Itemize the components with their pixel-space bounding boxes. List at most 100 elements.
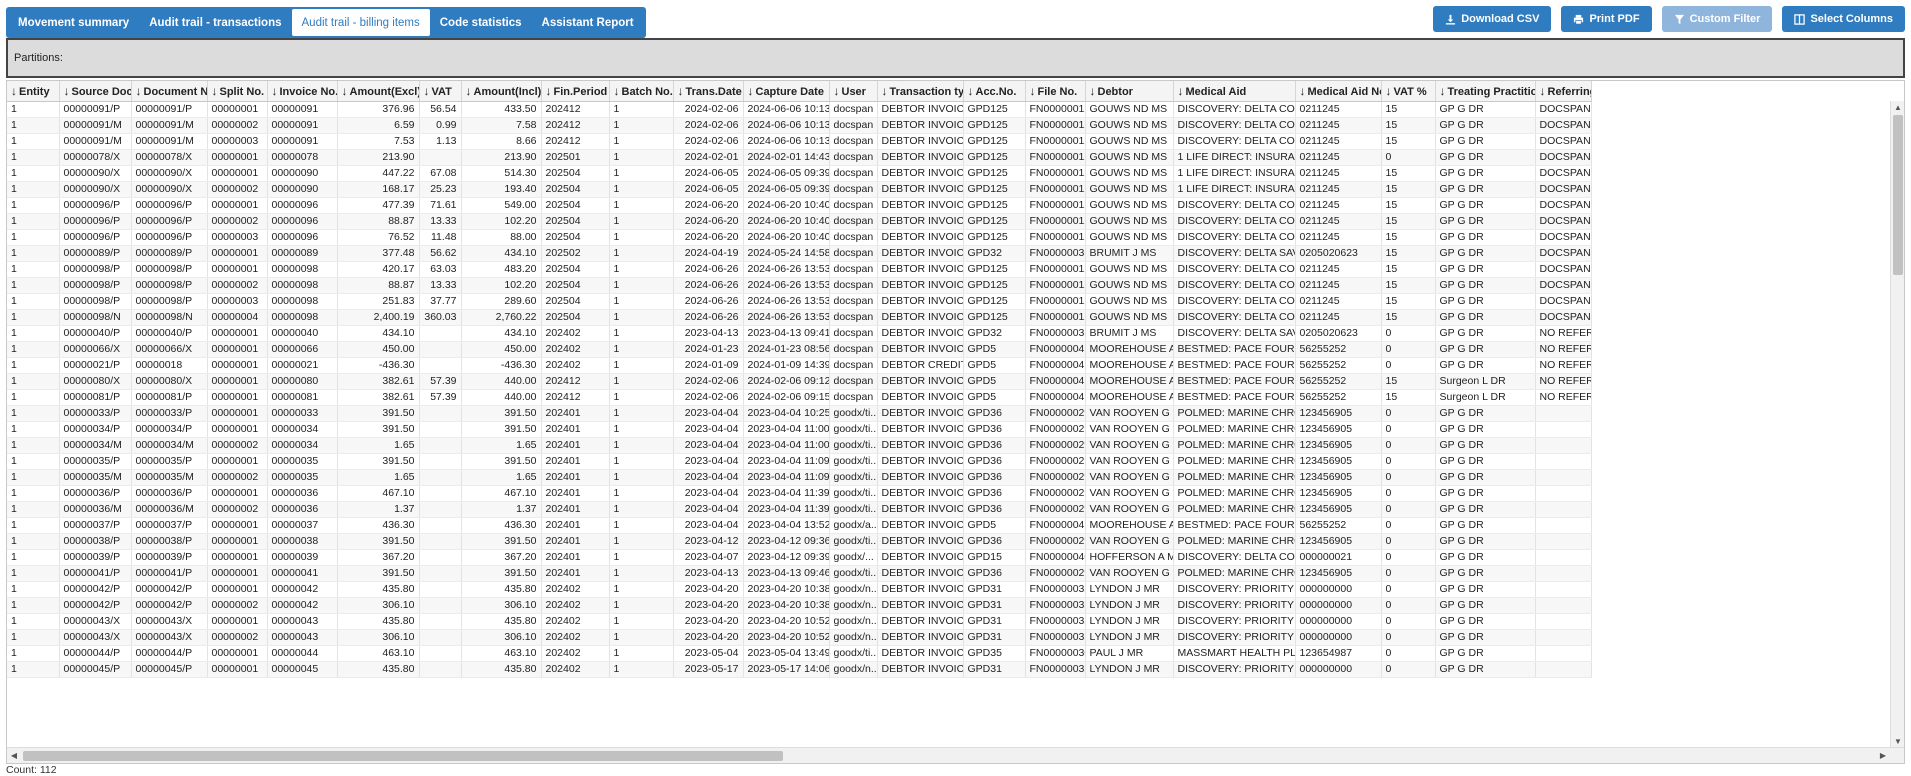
table-row[interactable]: 1 00000078/X 00000078/X 00000001 00000078 213…	[7, 149, 1592, 166]
column-header-file-no[interactable]: ↓ File No.	[1025, 81, 1086, 102]
table-row[interactable]: 1 00000096/P 00000096/P 00000002 00000096 88.…	[7, 213, 1592, 230]
table-row[interactable]: 1 00000096/P 00000096/P 00000003 00000096 76.…	[7, 229, 1592, 246]
table-cell	[419, 645, 462, 662]
vertical-scroll-thumb[interactable]	[1893, 115, 1903, 275]
table-row[interactable]: 1 00000033/P 00000033/P 00000001 00000033 391…	[7, 405, 1592, 422]
table-row[interactable]: 1 00000034/M 00000034/M 00000002 00000034 1.6…	[7, 437, 1592, 454]
scroll-right-icon[interactable]: ▶	[1876, 748, 1890, 763]
table-row[interactable]: 1 00000091/M 00000091/M 00000002 00000091 6.5…	[7, 117, 1592, 134]
table-row[interactable]: 1 00000021/P 00000018 00000001 00000021 -436.…	[7, 357, 1592, 374]
table-row[interactable]: 1 00000098/P 00000098/P 00000003 00000098 251…	[7, 293, 1592, 310]
table-cell: 2023-04-04	[673, 405, 744, 422]
column-header-acc-no[interactable]: ↓ Acc.No.	[963, 81, 1026, 102]
select-columns-button[interactable]: Select Columns	[1782, 6, 1905, 32]
table-cell: DEBTOR INVOICES	[877, 341, 964, 358]
table-row[interactable]: 1 00000039/P 00000039/P 00000001 00000039 367…	[7, 549, 1592, 566]
column-header-trans-date[interactable]: ↓ Trans.Date	[673, 81, 744, 102]
table-cell: 202501	[541, 149, 610, 166]
column-header-amount-excl[interactable]: ↓ Amount(Excl)	[337, 81, 420, 102]
column-header-document-no[interactable]: ↓Document No.	[131, 81, 208, 102]
table-cell: 00000096	[267, 213, 338, 230]
horizontal-scroll-thumb[interactable]	[23, 751, 783, 761]
table-cell: FN00000029	[1025, 453, 1086, 470]
table-row[interactable]: 1 00000098/P 00000098/P 00000001 00000098 420…	[7, 261, 1592, 278]
column-header-vat[interactable]: ↓ VAT %	[1381, 81, 1436, 102]
table-cell: 1	[7, 485, 60, 502]
table-row[interactable]: 1 00000045/P 00000045/P 00000001 00000045 435…	[7, 661, 1592, 678]
table-cell: 0205020623	[1295, 325, 1382, 342]
table-row[interactable]: 1 00000066/X 00000066/X 00000001 00000066 450…	[7, 341, 1592, 358]
table-row[interactable]: 1 00000043/X 00000043/X 00000002 00000043 306…	[7, 629, 1592, 646]
column-header-amount-incl[interactable]: ↓ Amount(Incl)	[461, 81, 542, 102]
table-row[interactable]: 1 00000080/X 00000080/X 00000001 00000080 382…	[7, 373, 1592, 390]
table-row[interactable]: 1 00000042/P 00000042/P 00000002 00000042 306…	[7, 597, 1592, 614]
table-cell: 2023-04-04 11:09:07	[743, 469, 830, 486]
table-cell: 2023-04-20 10:38:43	[743, 581, 830, 598]
tab-movement-summary[interactable]: Movement summary	[8, 9, 139, 36]
table-cell: docspan	[829, 229, 878, 246]
column-header-source-doc[interactable]: ↓ Source Doc.	[59, 81, 132, 102]
table-row[interactable]: 1 00000091/P 00000091/P 00000001 00000091 376…	[7, 101, 1592, 118]
column-header-user[interactable]: ↓ User	[829, 81, 878, 102]
table-row[interactable]: 1 00000040/P 00000040/P 00000001 00000040 434…	[7, 325, 1592, 342]
table-row[interactable]: 1 00000041/P 00000041/P 00000001 00000041 391…	[7, 565, 1592, 582]
table-cell: 168.17	[337, 181, 420, 198]
column-header-entity[interactable]: ↓ Entity	[7, 81, 60, 102]
table-row[interactable]: 1 00000036/P 00000036/P 00000001 00000036 467…	[7, 485, 1592, 502]
table-row[interactable]: 1 00000090/X 00000090/X 00000001 00000090 447…	[7, 165, 1592, 182]
horizontal-scrollbar[interactable]: ◀ ▶	[7, 747, 1904, 763]
table-cell: 450.00	[337, 341, 420, 358]
table-cell: 2024-02-06	[673, 101, 744, 118]
table-row[interactable]: 1 00000044/P 00000044/P 00000001 00000044 463…	[7, 645, 1592, 662]
table-cell: 391.50	[337, 533, 420, 550]
print-pdf-button[interactable]: Print PDF	[1561, 6, 1652, 32]
table-row[interactable]: 1 00000091/M 00000091/M 00000003 00000091 7.5…	[7, 133, 1592, 150]
column-header-invoice-no[interactable]: ↓ Invoice No.	[267, 81, 338, 102]
tab-audit-trail-billing-items[interactable]: Audit trail - billing items	[291, 9, 430, 36]
scroll-up-icon[interactable]: ▲	[1891, 101, 1904, 115]
table-cell: goodx/n...	[829, 581, 878, 598]
column-header-fin-period[interactable]: ↓ Fin.Period	[541, 81, 610, 102]
download-csv-button[interactable]: Download CSV	[1433, 6, 1552, 32]
tab-code-statistics[interactable]: Code statistics	[430, 9, 532, 36]
table-row[interactable]: 1 00000098/N 00000098/N 00000004 00000098 2,4…	[7, 309, 1592, 326]
column-header-referring-pr[interactable]: ↓Referring Pr	[1535, 81, 1592, 102]
table-row[interactable]: 1 00000098/P 00000098/P 00000002 00000098 88.…	[7, 277, 1592, 294]
table-row[interactable]: 1 00000035/M 00000035/M 00000002 00000035 1.6…	[7, 469, 1592, 486]
table-cell: 1	[7, 117, 60, 134]
table-row[interactable]: 1 00000037/P 00000037/P 00000001 00000037 436…	[7, 517, 1592, 534]
vertical-scrollbar[interactable]: ▲ ▼	[1890, 101, 1904, 749]
table-row[interactable]: 1 00000043/X 00000043/X 00000001 00000043 435…	[7, 613, 1592, 630]
table-row[interactable]: 1 00000090/X 00000090/X 00000002 00000090 168…	[7, 181, 1592, 198]
table-row[interactable]: 1 00000096/P 00000096/P 00000001 00000096 477…	[7, 197, 1592, 214]
table-cell: 1	[7, 277, 60, 294]
table-row[interactable]: 1 00000034/P 00000034/P 00000001 00000034 391…	[7, 421, 1592, 438]
column-header-treating-practitioner[interactable]: ↓Treating Practitioner	[1435, 81, 1536, 102]
table-cell	[1535, 565, 1592, 582]
table-row[interactable]: 1 00000089/P 00000089/P 00000001 00000089 377…	[7, 245, 1592, 262]
table-row[interactable]: 1 00000038/P 00000038/P 00000001 00000038 391…	[7, 533, 1592, 550]
table-cell: 2023-05-04 13:49:12	[743, 645, 830, 662]
print-icon	[1574, 14, 1584, 24]
column-header-batch-no[interactable]: ↓ Batch No.	[609, 81, 674, 102]
partitions-drop-zone[interactable]: Partitions:	[6, 38, 1905, 78]
column-header-label: Trans.Date	[685, 85, 742, 98]
tab-assistant-report[interactable]: Assistant Report	[532, 9, 644, 36]
column-header-medical-aid[interactable]: ↓ Medical Aid	[1173, 81, 1296, 102]
column-header-debtor[interactable]: ↓ Debtor	[1085, 81, 1174, 102]
table-row[interactable]: 1 00000042/P 00000042/P 00000001 00000042 435…	[7, 581, 1592, 598]
tab-audit-trail-transactions[interactable]: Audit trail - transactions	[139, 9, 291, 36]
table-cell: 00000037	[267, 517, 338, 534]
column-header-transaction-type[interactable]: ↓Transaction type	[877, 81, 964, 102]
scroll-left-icon[interactable]: ◀	[7, 748, 21, 763]
table-row[interactable]: 1 00000036/M 00000036/M 00000002 00000036 1.3…	[7, 501, 1592, 518]
column-header-capture-date[interactable]: ↓ Capture Date	[743, 81, 830, 102]
column-header-medical-aid-no[interactable]: ↓ Medical Aid No.	[1295, 81, 1382, 102]
table-cell	[419, 437, 462, 454]
column-header-vat[interactable]: ↓ VAT	[419, 81, 462, 102]
custom-filter-button[interactable]: Custom Filter	[1661, 6, 1773, 32]
table-row[interactable]: 1 00000081/P 00000081/P 00000001 00000081 382…	[7, 389, 1592, 406]
table-row[interactable]: 1 00000035/P 00000035/P 00000001 00000035 391…	[7, 453, 1592, 470]
table-cell: docspan	[829, 245, 878, 262]
column-header-split-no[interactable]: ↓ Split No.	[207, 81, 268, 102]
